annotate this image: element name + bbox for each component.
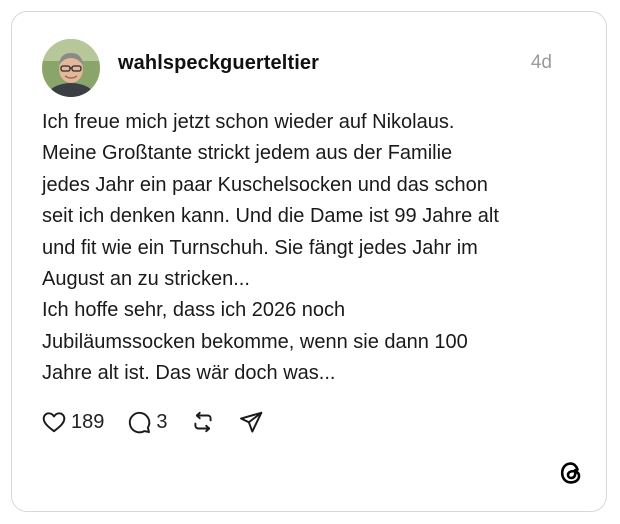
post-card[interactable]: wahlspeckguerteltier 4d Ich freue mich j… (11, 11, 607, 512)
post-line: Jahre alt ist. Das wär doch was... (42, 362, 336, 385)
post-line: jedes Jahr ein paar Kuschelsocken und da… (42, 173, 488, 196)
post-line: und fit wie ein Turnschuh. Sie fängt jed… (42, 236, 478, 259)
username[interactable]: wahlspeckguerteltier (118, 52, 319, 75)
post-line: Ich hoffe sehr, dass ich 2026 noch (42, 299, 346, 322)
post-line: Jubiläumssocken bekomme, wenn sie dann 1… (42, 330, 468, 353)
post-line: Ich freue mich jetzt schon wieder auf Ni… (42, 111, 455, 133)
action-bar: 189 3 (41, 407, 264, 437)
like-count: 189 (71, 410, 105, 433)
comment-bubble-icon (129, 411, 151, 434)
comment-button[interactable]: 3 (126, 409, 168, 435)
avatar[interactable] (42, 39, 100, 97)
post-line: Meine Großtante strickt jedem aus der Fa… (42, 142, 453, 165)
post-line: August an zu stricken... (42, 268, 250, 291)
like-button[interactable]: 189 (41, 409, 104, 435)
share-button[interactable] (238, 409, 264, 435)
repost-icon (193, 411, 212, 433)
threads-logo-icon[interactable] (558, 460, 584, 486)
repost-button[interactable] (190, 409, 216, 435)
comment-count: 3 (156, 410, 168, 433)
heart-icon (42, 412, 66, 433)
send-icon (239, 411, 262, 433)
post-timestamp[interactable]: 4d (531, 52, 552, 74)
avatar-image (42, 39, 100, 97)
post-body: Ich freue mich jetzt schon wieder auf Ni… (42, 107, 572, 390)
post-line: seit ich denken kann. Und die Dame ist 9… (42, 205, 499, 228)
